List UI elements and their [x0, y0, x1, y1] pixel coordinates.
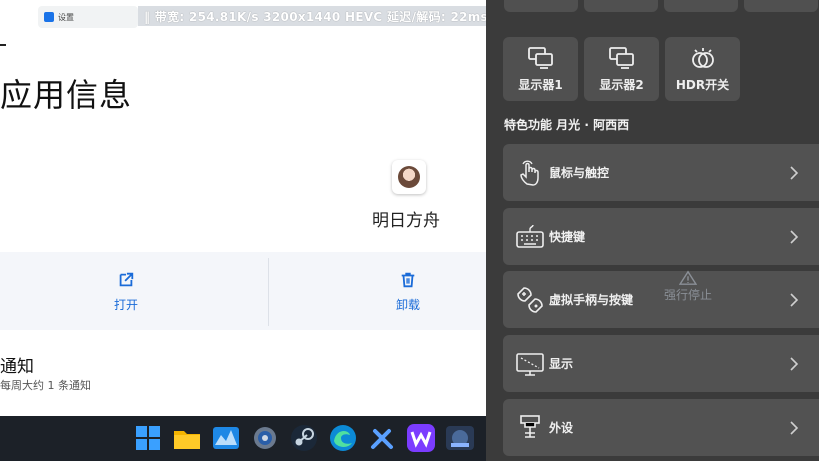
force-stop-button[interactable]: 强行停止 [664, 270, 712, 303]
feature-mouse-touch[interactable]: 鼠标与触控 [503, 144, 819, 201]
uninstall-button[interactable]: 卸载 [396, 270, 420, 313]
stream-stats-banner: ‖ 带宽: 254.81K/s 3200x1440 HEVC 延迟/解码: 22… [138, 6, 494, 26]
feature-label: 快捷键 [549, 230, 586, 244]
hdr-toggle-button[interactable]: HDR开关 [665, 37, 740, 101]
hdr-icon [691, 47, 714, 68]
display-2-label: 显示器2 [599, 77, 644, 92]
open-label: 打开 [114, 298, 139, 312]
settings-gear-icon[interactable] [247, 420, 283, 456]
feature-label: 外设 [549, 421, 574, 435]
feature-peripherals[interactable]: 外设 [503, 399, 819, 456]
feature-label: 显示 [549, 357, 574, 371]
warning-icon [679, 270, 697, 285]
taskbar-apps [130, 420, 478, 456]
usb-icon [515, 413, 545, 443]
chevron-right-icon [790, 420, 799, 435]
top-button-4[interactable] [744, 0, 818, 12]
feature-display[interactable]: 显示 [503, 335, 819, 392]
window-tab-title: 设置 [58, 12, 74, 22]
display-1-label: 显示器1 [518, 77, 563, 92]
features-heading: 特色功能 月光 · 阿西西 [504, 118, 630, 132]
screenshot: 设置 应用信息 明日方舟 打开 卸载 通知 每周大约 1 条通知 ‖ 带宽: 2… [0, 0, 819, 461]
windows-start-icon[interactable] [130, 420, 166, 456]
keyboard-icon [515, 222, 545, 252]
notifications-title[interactable]: 通知 [0, 352, 34, 377]
notifications-subtitle: 每周大约 1 条通知 [0, 379, 91, 392]
force-stop-label: 强行停止 [664, 288, 713, 302]
chevron-right-icon [790, 356, 799, 371]
app-avatar-icon [392, 160, 426, 194]
game-launcher-icon[interactable] [442, 420, 478, 456]
page-title: 应用信息 [0, 76, 133, 114]
open-button[interactable]: 打开 [114, 270, 138, 313]
window-tab[interactable]: 设置 [38, 6, 138, 28]
open-external-icon [116, 270, 136, 290]
display-1-button[interactable]: 显示器1 [503, 37, 578, 101]
back-arrow-icon[interactable] [0, 44, 6, 46]
display-2-button[interactable]: 显示器2 [584, 37, 659, 101]
app-name: 明日方舟 [372, 211, 440, 231]
file-explorer-icon[interactable] [169, 420, 205, 456]
chevron-right-icon [790, 165, 799, 180]
top-button-2[interactable] [584, 0, 658, 12]
settings-favicon-icon [44, 12, 54, 22]
control-panel: 显示器1 显示器2 HDR开关 特色功能 月光 · 阿西西 鼠标与触控 快捷键 [486, 0, 819, 461]
feature-virtual-gamepad[interactable]: 虚拟手柄与按键 [503, 271, 819, 328]
trash-icon [398, 270, 418, 290]
action-divider [268, 258, 269, 326]
feature-label: 虚拟手柄与按键 [549, 293, 634, 307]
uninstall-label: 卸载 [396, 298, 421, 312]
gamepad-icon [515, 285, 545, 315]
monitor-switch-icon [527, 46, 553, 69]
steam-icon[interactable] [286, 420, 322, 456]
edge-browser-icon[interactable] [325, 420, 361, 456]
chevron-right-icon [790, 292, 799, 307]
app-info-window: 设置 应用信息 明日方舟 打开 卸载 通知 每周大约 1 条通知 [0, 0, 490, 416]
top-button-3[interactable] [664, 0, 738, 12]
performance-monitor-icon[interactable] [208, 420, 244, 456]
monitor-switch-icon [608, 46, 634, 69]
w-app-icon[interactable] [403, 420, 439, 456]
tools-icon[interactable] [364, 420, 400, 456]
feature-shortcuts[interactable]: 快捷键 [503, 208, 819, 265]
touch-hand-icon [515, 158, 545, 188]
chevron-right-icon [790, 229, 799, 244]
top-button-1[interactable] [504, 0, 578, 12]
display-icon [515, 349, 545, 379]
hdr-label: HDR开关 [675, 77, 730, 92]
feature-label: 鼠标与触控 [549, 166, 610, 180]
